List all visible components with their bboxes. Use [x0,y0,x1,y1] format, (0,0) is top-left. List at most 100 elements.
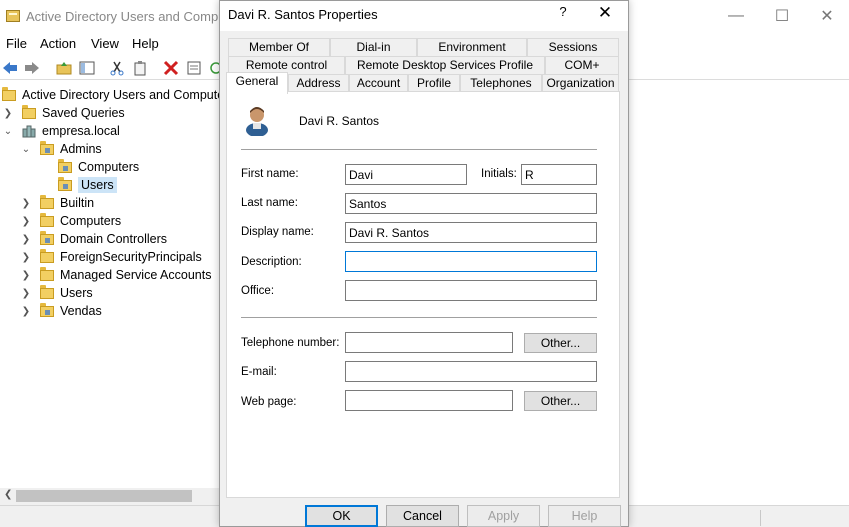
ou-folder-icon [40,230,54,245]
menu-action[interactable]: Action [40,36,76,51]
web-page-label: Web page: [241,396,297,408]
tree-item-saved-queries[interactable]: ❯ Saved Queries [2,104,125,122]
menu-help[interactable]: Help [132,36,159,51]
tree-item-foreign[interactable]: ❯ ForeignSecurityPrincipals [20,248,202,266]
chevron-right-icon[interactable]: ❯ [20,270,32,281]
first-name-field[interactable] [345,164,467,185]
chevron-right-icon[interactable]: ❯ [20,288,32,299]
back-icon[interactable] [0,58,20,78]
chevron-right-icon[interactable]: ❯ [2,108,14,119]
tree-item-admins-users[interactable]: Users [58,176,117,194]
chevron-right-icon[interactable]: ❯ [20,234,32,245]
chevron-right-icon[interactable]: ❯ [20,198,32,209]
tab-address[interactable]: Address [288,74,349,92]
tab-organization[interactable]: Organization [542,74,619,92]
dialog-title: Davi R. Santos Properties [228,7,378,22]
tab-sessions[interactable]: Sessions [527,38,619,56]
tree-item-computers[interactable]: ❯ Computers [20,212,121,230]
initials-field[interactable] [521,164,597,185]
tab-general[interactable]: General [226,72,288,94]
chevron-down-icon[interactable]: ⌄ [20,144,32,155]
user-display-name: Davi R. Santos [299,114,380,128]
tree-root[interactable]: Active Directory Users and Computers [2,86,235,104]
tab-environment[interactable]: Environment [417,38,527,56]
minimize-button[interactable]: — [713,0,759,32]
web-page-field[interactable] [345,390,513,411]
email-field[interactable] [345,361,597,382]
tree-item-label: empresa.local [42,124,120,138]
menu-view[interactable]: View [91,36,119,51]
description-field[interactable] [345,251,597,272]
tab-account[interactable]: Account [349,74,408,92]
ad-console-icon [2,86,16,101]
apply-button[interactable]: Apply [467,505,540,527]
properties-icon[interactable] [184,58,204,78]
maximize-button[interactable]: ☐ [759,0,805,32]
tab-profile[interactable]: Profile [408,74,460,92]
folder-icon [40,212,54,227]
folder-icon [40,266,54,281]
tab-member-of[interactable]: Member Of [228,38,330,56]
tree-item-label: Managed Service Accounts [60,268,212,282]
cancel-button[interactable]: Cancel [386,505,459,527]
scrollbar-thumb[interactable] [16,490,192,502]
tab-dial-in[interactable]: Dial-in [330,38,417,56]
ou-folder-icon [58,176,72,191]
folder-icon [40,194,54,209]
tree-item-label: Users [78,177,117,193]
folder-icon [40,248,54,263]
menu-file[interactable]: File [6,36,27,51]
forward-icon[interactable] [22,58,42,78]
help-button[interactable]: Help [548,505,621,527]
chevron-down-icon[interactable]: ⌄ [2,126,14,137]
close-icon[interactable]: ✕ [588,3,622,25]
up-folder-icon[interactable] [54,58,74,78]
display-name-field[interactable] [345,222,597,243]
status-divider [760,510,761,526]
tree-root-label: Active Directory Users and Computers [22,88,235,102]
tree-item-label: Domain Controllers [60,232,167,246]
last-name-field[interactable] [345,193,597,214]
tree-item-admins-computers[interactable]: Computers [58,158,139,176]
initials-label: Initials: [481,168,517,180]
tree-item-label: Builtin [60,196,95,210]
tree-item-builtin[interactable]: ❯ Builtin [20,194,94,212]
tree-item-admins[interactable]: ⌄ Admins [20,140,102,158]
tree-item-users[interactable]: ❯ Users [20,284,93,302]
show-console-tree-icon[interactable] [77,58,97,78]
tree-item-label: Computers [60,214,122,228]
domain-icon [22,125,36,138]
help-icon[interactable]: ? [550,4,576,26]
clipboard-icon[interactable] [130,58,150,78]
scroll-left-icon[interactable]: ❮ [4,489,12,500]
general-tab-panel: Davi R. Santos First name: Initials: Las… [226,91,620,498]
telephone-label: Telephone number: [241,337,340,349]
user-avatar-icon [244,104,270,139]
telephone-other-button[interactable]: Other... [524,333,597,353]
tree-item-managed[interactable]: ❯ Managed Service Accounts [20,266,211,284]
tab-rds-profile[interactable]: Remote Desktop Services Profile [345,56,545,74]
chevron-right-icon[interactable]: ❯ [20,306,32,317]
tree-item-label: ForeignSecurityPrincipals [60,250,202,264]
chevron-right-icon[interactable]: ❯ [20,252,32,263]
office-field[interactable] [345,280,597,301]
ok-button[interactable]: OK [305,505,378,527]
cut-icon[interactable] [107,58,127,78]
main-window-title: Active Directory Users and Computers [26,9,248,24]
ou-folder-icon [40,302,54,317]
tab-telephones[interactable]: Telephones [460,74,542,92]
ou-folder-icon [58,158,72,173]
tab-com-plus[interactable]: COM+ [545,56,619,74]
tree-item-vendas[interactable]: ❯ Vendas [20,302,102,320]
telephone-field[interactable] [345,332,513,353]
tree-item-label: Vendas [60,304,102,318]
tree-item-domain[interactable]: ⌄ empresa.local [2,122,120,140]
horizontal-scrollbar[interactable]: ❮ [0,488,219,505]
description-label: Description: [241,256,302,268]
delete-icon[interactable] [161,58,181,78]
web-page-other-button[interactable]: Other... [524,391,597,411]
tree-item-domain-controllers[interactable]: ❯ Domain Controllers [20,230,167,248]
chevron-right-icon[interactable]: ❯ [20,216,32,227]
last-name-label: Last name: [241,197,298,209]
close-window-button[interactable]: ✕ [804,0,849,32]
